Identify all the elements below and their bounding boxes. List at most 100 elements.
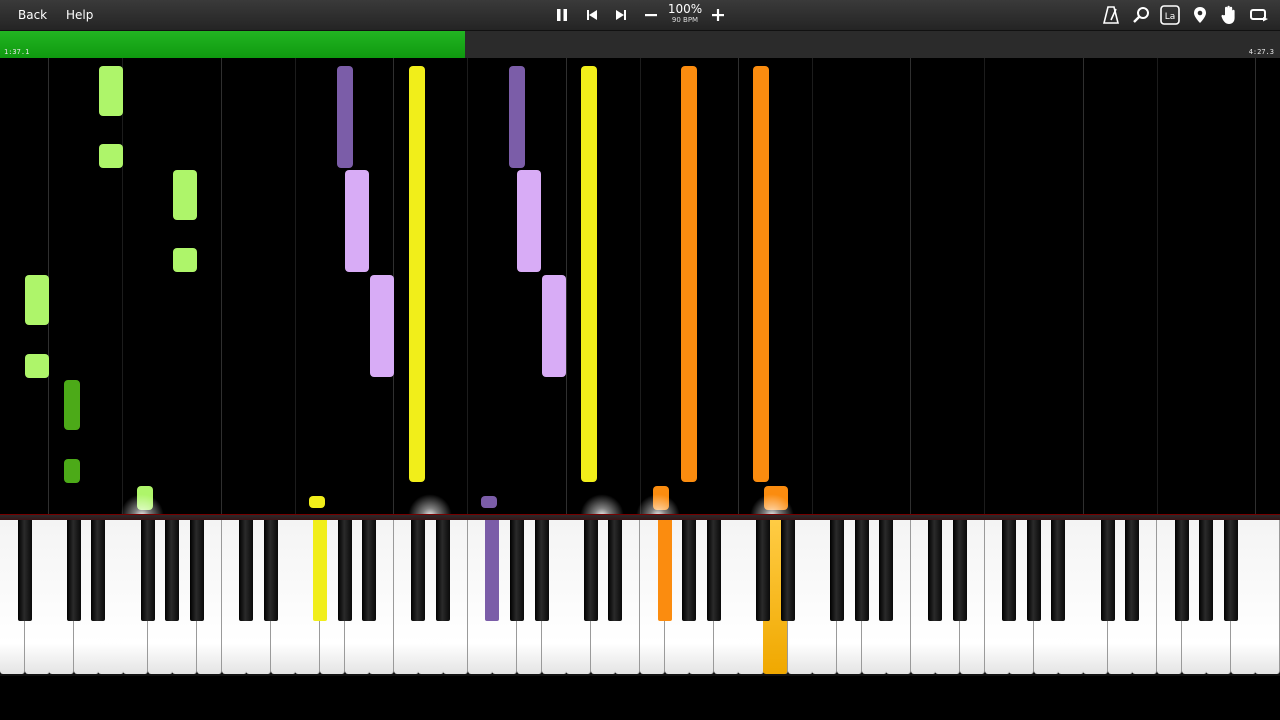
metronome-button[interactable] (1099, 3, 1123, 27)
location-pin-icon (1194, 7, 1206, 23)
black-key[interactable] (1125, 520, 1140, 621)
falling-note (25, 275, 49, 325)
falling-note (481, 496, 497, 508)
black-key[interactable] (411, 520, 426, 621)
hit-sparkle (408, 494, 452, 516)
note-labels-button[interactable]: La (1158, 3, 1182, 27)
black-key[interactable] (509, 520, 524, 621)
white-key[interactable] (1255, 520, 1280, 674)
back-button[interactable]: Back (12, 4, 53, 26)
zoom-percent: 100% (667, 2, 703, 16)
grid-line (640, 58, 641, 516)
hit-sparkle (580, 494, 624, 516)
black-key[interactable] (66, 520, 81, 621)
song-progress-bar[interactable]: 1:37.1 4:27.3 (0, 31, 1280, 58)
next-button[interactable] (609, 3, 633, 27)
previous-icon (587, 10, 597, 20)
tempo-bpm: 90 BPM (671, 16, 699, 24)
black-key[interactable] (829, 520, 844, 621)
black-key[interactable] (1100, 520, 1115, 621)
black-key[interactable] (1051, 520, 1066, 621)
black-key[interactable] (706, 520, 721, 621)
black-key[interactable] (1174, 520, 1189, 621)
black-key[interactable] (953, 520, 967, 621)
tempo-display: 100% 90 BPM (664, 2, 706, 28)
hand-icon (1221, 5, 1235, 25)
black-key[interactable] (485, 520, 500, 621)
current-time: 1:37.1 (4, 48, 30, 56)
falling-note (173, 248, 197, 272)
next-icon (616, 10, 626, 20)
hand-button[interactable] (1217, 3, 1241, 27)
tempo-increase-button[interactable] (706, 3, 730, 27)
black-key[interactable] (780, 520, 795, 621)
black-key[interactable] (362, 520, 377, 621)
pause-button[interactable] (550, 3, 574, 27)
falling-note (542, 275, 566, 377)
la-label-text: La (1165, 12, 1176, 22)
falling-note (681, 66, 697, 482)
total-time: 4:27.3 (1248, 48, 1274, 56)
help-button[interactable]: Help (60, 4, 99, 26)
marker-button[interactable] (1188, 3, 1212, 27)
grid-line (738, 58, 739, 516)
grid-line (566, 58, 567, 516)
black-key[interactable] (337, 520, 352, 621)
grid-line (812, 58, 813, 516)
falling-note (409, 66, 425, 482)
piano-keyboard[interactable] (0, 520, 1280, 676)
metronome-icon (1103, 6, 1119, 24)
falling-note (753, 66, 769, 482)
loop-icon (1250, 9, 1268, 22)
hit-sparkle (120, 494, 164, 516)
black-key[interactable] (1026, 520, 1041, 621)
falling-note (337, 66, 353, 168)
tempo-decrease-button[interactable] (639, 3, 663, 27)
grid-line (1083, 58, 1084, 516)
note-roll (0, 58, 1280, 516)
black-key[interactable] (534, 520, 549, 621)
grid-line (122, 58, 123, 516)
grid-line (1255, 58, 1256, 516)
black-key[interactable] (608, 520, 623, 621)
plus-icon (712, 9, 724, 21)
falling-note (64, 459, 80, 483)
black-key[interactable] (583, 520, 598, 621)
black-key[interactable] (879, 520, 894, 621)
pause-icon (557, 9, 567, 21)
la-label-icon: La (1160, 5, 1180, 25)
grid-line (221, 58, 222, 516)
previous-button[interactable] (580, 3, 604, 27)
black-key[interactable] (140, 520, 155, 621)
black-key[interactable] (313, 520, 327, 621)
black-key[interactable] (854, 520, 869, 621)
black-key[interactable] (756, 520, 771, 621)
minus-icon (645, 14, 657, 17)
falling-note (509, 66, 525, 168)
black-key[interactable] (239, 520, 254, 621)
grid-line (295, 58, 296, 516)
falling-note (370, 275, 394, 377)
black-key[interactable] (17, 520, 32, 621)
bottom-bar (0, 676, 1280, 720)
black-key[interactable] (928, 520, 943, 621)
falling-note (99, 144, 123, 168)
hit-sparkle (636, 494, 680, 516)
search-button[interactable] (1129, 3, 1153, 27)
black-key[interactable] (1199, 520, 1214, 621)
black-key[interactable] (189, 520, 204, 621)
search-icon (1133, 7, 1149, 23)
falling-note (64, 380, 80, 430)
black-key[interactable] (165, 520, 180, 621)
black-key[interactable] (436, 520, 451, 621)
black-key[interactable] (682, 520, 697, 621)
black-key[interactable] (1223, 520, 1238, 621)
loop-button[interactable] (1247, 3, 1271, 27)
falling-note (173, 170, 197, 220)
hit-sparkle (750, 494, 794, 516)
black-key[interactable] (263, 520, 278, 621)
black-key[interactable] (91, 520, 106, 621)
grid-line (467, 58, 468, 516)
black-key[interactable] (1002, 520, 1017, 621)
black-key[interactable] (657, 520, 672, 621)
